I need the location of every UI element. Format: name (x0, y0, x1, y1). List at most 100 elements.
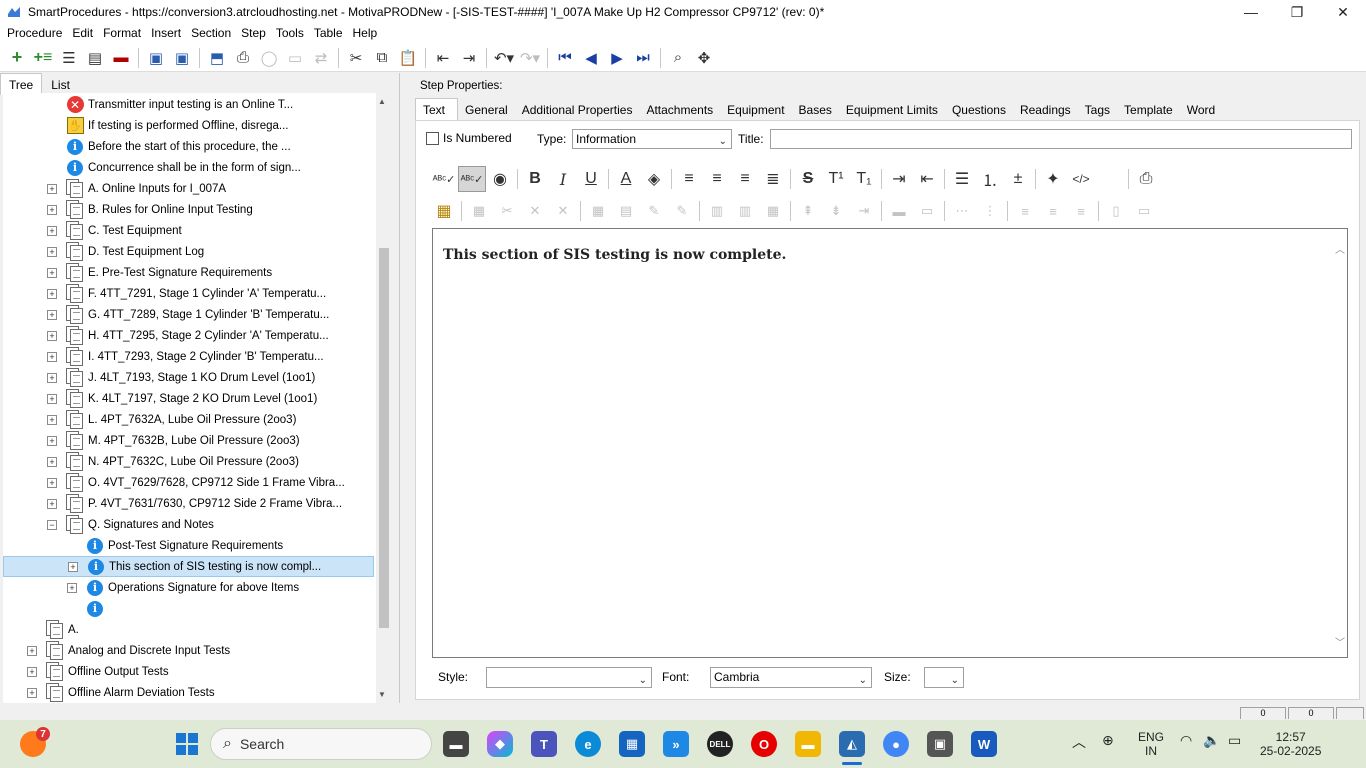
magic-wand-icon[interactable]: ✦ (1039, 166, 1067, 192)
split-vertical-icon[interactable]: ⋮ (976, 198, 1004, 224)
copy-icon[interactable]: ⧉ (369, 46, 395, 70)
tab-tags[interactable]: Tags (1078, 98, 1117, 120)
subscript-icon[interactable]: T₁ (850, 166, 878, 192)
print-icon[interactable]: ⎙ (230, 46, 256, 70)
font-color-icon[interactable]: A (612, 166, 640, 192)
spellcheck-auto-icon[interactable]: ᴬᴮᶜ✓ (458, 166, 486, 192)
expand-icon[interactable]: + (47, 225, 57, 236)
find-icon[interactable]: ⌕ (665, 46, 691, 70)
panel-splitter[interactable] (399, 73, 407, 703)
tree-row[interactable]: + N. 4PT_7632C, Lube Oil Pressure (2oo3) (3, 451, 375, 472)
column-width-icon[interactable]: ▯ (1102, 198, 1130, 224)
file-explorer-icon[interactable]: ▬ (795, 731, 821, 757)
align-bottom-icon[interactable]: ≡ (1067, 198, 1095, 224)
tab-general[interactable]: General (458, 98, 515, 120)
tree-row[interactable]: ✕ Transmitter input testing is an Online … (3, 94, 375, 115)
expand-icon[interactable]: + (47, 435, 57, 446)
delete-row-icon[interactable]: ⇥ (850, 198, 878, 224)
language-indicator[interactable]: ENG IN (1138, 730, 1164, 758)
editor-content[interactable]: This section of SIS testing is now compl… (443, 247, 786, 263)
tab-questions[interactable]: Questions (945, 98, 1013, 120)
tab-word[interactable]: Word (1180, 98, 1222, 120)
expand-icon[interactable]: + (47, 477, 57, 488)
menu-section[interactable]: Section (186, 24, 236, 44)
smartprocedures-icon[interactable]: ◭ (839, 731, 865, 757)
tree-row[interactable]: + G. 4TT_7289, Stage 1 Cylinder 'B' Tempe… (3, 304, 375, 325)
menu-edit[interactable]: Edit (67, 24, 98, 44)
tree-row[interactable]: + i This section of SIS testing is now com… (3, 556, 374, 577)
tree-row[interactable]: + P. 4VT_7631/7630, CP9712 Side 2 Frame V… (3, 493, 375, 514)
insert-row-above-icon[interactable]: ⇞ (794, 198, 822, 224)
tree-row[interactable]: + E. Pre-Test Signature Requirements (3, 262, 375, 283)
is-numbered-checkbox[interactable]: Is Numbered (426, 131, 512, 145)
clock[interactable]: 12:57 25-02-2025 (1260, 730, 1321, 758)
style-select[interactable]: ⌄ (486, 666, 652, 688)
highlight-icon[interactable]: ◉ (486, 166, 514, 192)
expand-icon[interactable]: + (47, 498, 57, 509)
table-edit2-icon[interactable]: ✎ (668, 198, 696, 224)
table-merge-icon[interactable]: ✕ (521, 198, 549, 224)
windows-start-icon[interactable] (174, 731, 200, 757)
maximize-button[interactable]: ❐ (1274, 0, 1320, 24)
split-horizontal-icon[interactable]: ⋯ (948, 198, 976, 224)
tree-row[interactable]: i (3, 598, 375, 619)
power-automate-icon[interactable]: » (663, 731, 689, 757)
tree-row[interactable]: + L. 4PT_7632A, Lube Oil Pressure (2oo3) (3, 409, 375, 430)
superscript-icon[interactable]: T¹ (822, 166, 850, 192)
chrome-icon[interactable]: ● (883, 731, 909, 757)
wifi-icon[interactable]: ◠ (1180, 732, 1192, 749)
word-icon[interactable]: W (971, 731, 997, 757)
tab-text[interactable]: Text (415, 98, 459, 120)
menu-step[interactable]: Step (236, 24, 271, 44)
save-all-icon[interactable]: ▣ (169, 46, 195, 70)
underline-icon[interactable]: U (577, 166, 605, 192)
expand-icon[interactable]: + (27, 687, 37, 698)
tab-template[interactable]: Template (1117, 98, 1180, 120)
scroll-thumb[interactable] (379, 248, 389, 628)
tree-row[interactable]: + D. Test Equipment Log (3, 241, 375, 262)
tree-row[interactable]: + Analog and Discrete Input Tests (3, 640, 375, 661)
insert-column-right-icon[interactable]: ▥ (731, 198, 759, 224)
menu-table[interactable]: Table (309, 24, 348, 44)
type-select[interactable]: Information ⌄ (572, 129, 732, 149)
expand-icon[interactable]: + (27, 666, 37, 677)
collapse-icon[interactable]: − (47, 519, 57, 530)
fill-color-icon[interactable]: ◈ (640, 166, 668, 192)
spellcheck-icon[interactable]: ᴬᴮᶜ✓ (430, 166, 458, 192)
volume-icon[interactable]: 🔈 (1203, 732, 1220, 749)
delete-column-icon[interactable]: ▦ (759, 198, 787, 224)
tree-row[interactable]: + J. 4LT_7193, Stage 1 KO Drum Level (1oo… (3, 367, 375, 388)
edge-icon[interactable]: e (575, 731, 601, 757)
menu-insert[interactable]: Insert (146, 24, 186, 44)
menu-tools[interactable]: Tools (271, 24, 309, 44)
copilot-icon[interactable]: ◆ (487, 731, 513, 757)
expand-icon[interactable]: + (47, 351, 57, 362)
align-top-icon[interactable]: ≡ (1011, 198, 1039, 224)
tree-row[interactable]: ✋ If testing is performed Offline, disreg… (3, 115, 375, 136)
battery-icon[interactable]: ▭ (1228, 732, 1241, 749)
tab-bases[interactable]: Bases (792, 98, 839, 120)
insert-column-left-icon[interactable]: ▥ (703, 198, 731, 224)
dell-icon[interactable]: DELL (707, 731, 733, 757)
store-icon[interactable]: ▦ (619, 731, 645, 757)
expand-icon[interactable]: + (47, 393, 57, 404)
redirect-icon[interactable]: ⇄ (308, 46, 334, 70)
scroll-down-icon[interactable]: ▼ (378, 690, 386, 699)
bullet-list-icon[interactable]: ☰ (948, 166, 976, 192)
table-clear-icon[interactable]: ✕ (549, 198, 577, 224)
export-icon[interactable]: ⬒ (204, 46, 230, 70)
tree-row[interactable]: i Before the start of this procedure, the… (3, 136, 375, 157)
expand-icon[interactable]: + (47, 204, 57, 215)
tree-scrollbar[interactable]: ▲ ▼ (376, 93, 391, 703)
tree-row[interactable]: + Offline Output Tests (3, 661, 375, 682)
tree-row[interactable]: + M. 4PT_7632B, Lube Oil Pressure (2oo3) (3, 430, 375, 451)
table-cell-props-icon[interactable]: ▤ (612, 198, 640, 224)
previous-icon[interactable]: ◀ (578, 46, 604, 70)
tree-row[interactable]: + O. 4VT_7629/7628, CP9712 Side 1 Frame V… (3, 472, 375, 493)
outdent-icon[interactable]: ⇤ (430, 46, 456, 70)
opera-icon[interactable]: O (751, 731, 777, 757)
title-input[interactable] (770, 129, 1352, 149)
paste-icon[interactable]: 📋 (395, 46, 421, 70)
numbered-list-icon[interactable]: ⒈ (976, 166, 1004, 192)
insert-row-below-icon[interactable]: ⇟ (822, 198, 850, 224)
